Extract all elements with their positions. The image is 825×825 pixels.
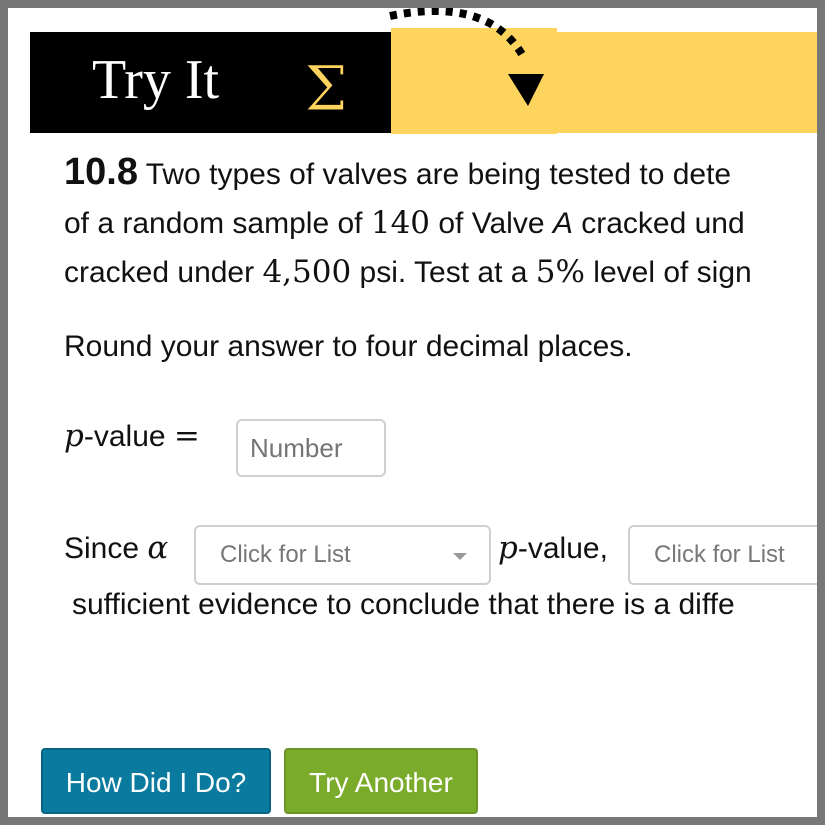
question-line-2: of a random sample of 140 of Valve A cra… — [64, 199, 817, 248]
since-label: Since α — [64, 530, 168, 566]
line2-text-b: of Valve — [438, 207, 545, 240]
conclusion-select-value: Click for List — [654, 541, 785, 568]
round-instruction: Round your answer to four decimal places… — [64, 330, 633, 363]
try-another-button[interactable]: Try Another — [284, 748, 478, 814]
pvalue-text-2: -value, — [517, 532, 608, 565]
pvalue-input[interactable] — [236, 419, 386, 477]
pvalue-text: -value — [83, 420, 166, 453]
question-text: 10.8 Two types of valves are being teste… — [64, 148, 817, 297]
since-text: Since — [64, 532, 140, 565]
pressure-value: 4,500 — [262, 254, 352, 290]
valve-label: A — [552, 207, 573, 240]
line2-text-a: of a random sample of — [64, 207, 363, 240]
banner-black-strip: Try It Σ — [30, 32, 396, 133]
question-line-1: 10.8 Two types of valves are being teste… — [64, 148, 817, 199]
question-number: 10.8 — [64, 151, 138, 193]
line2-text-c: cracked und — [581, 207, 745, 240]
p-symbol-2: p — [498, 530, 518, 566]
chevron-down-icon — [453, 553, 467, 560]
question-line1-text: Two types of valves are being tested to … — [145, 158, 732, 191]
sample-size: 140 — [370, 205, 431, 241]
problem-panel: Try It Σ 10.8 Two types of valves are be… — [8, 8, 817, 817]
question-line-3: cracked under 4,500 psi. Test at a 5% le… — [64, 248, 817, 297]
conclusion-select[interactable]: Click for List — [628, 525, 817, 585]
pvalue-label: p-value = — [64, 418, 200, 454]
significance-level: 5% — [535, 254, 585, 290]
line3-text-a: cracked under — [64, 256, 255, 289]
line3-text-c: level of sign — [593, 256, 752, 289]
sigma-glyph: Σ — [304, 52, 348, 125]
comparison-select-value: Click for List — [220, 541, 351, 568]
line3-text-b: psi. Test at a — [359, 256, 528, 289]
comparison-select[interactable]: Click for List — [194, 525, 491, 585]
p-symbol: p — [64, 418, 84, 454]
try-it-title: Try It — [92, 49, 220, 111]
alpha-symbol: α — [147, 530, 169, 566]
dotted-arrow-icon — [389, 8, 544, 106]
pvalue-label-2: p-value, — [498, 530, 608, 566]
banner-yellow-strip — [553, 32, 817, 133]
equals-sign: = — [173, 418, 200, 454]
how-did-i-do-button[interactable]: How Did I Do? — [41, 748, 271, 814]
sufficient-evidence-text: sufficient evidence to conclude that the… — [72, 588, 735, 621]
